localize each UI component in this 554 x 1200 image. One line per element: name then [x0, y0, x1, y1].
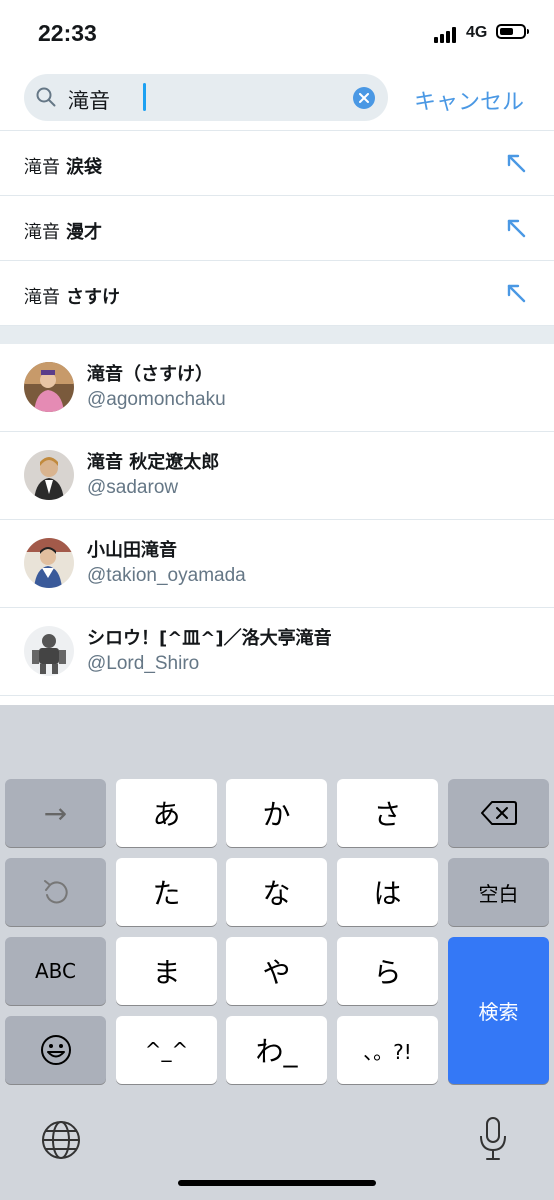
arrow-right-key[interactable]: → — [5, 779, 106, 847]
section-divider — [0, 326, 554, 344]
home-indicator — [178, 1180, 376, 1186]
user-result-item[interactable]: 小山田滝音 @takion_oyamada — [0, 520, 554, 608]
user-handle: @takion_oyamada — [87, 565, 246, 586]
arrow-up-left-icon[interactable] — [504, 216, 528, 240]
key-ma[interactable]: ま — [116, 937, 217, 1005]
emoji-key[interactable] — [5, 1016, 106, 1084]
arrow-up-left-icon[interactable] — [504, 151, 528, 175]
avatar[interactable] — [24, 538, 74, 588]
key-ha[interactable]: は — [337, 858, 438, 926]
user-handle: @Lord_Shiro — [87, 653, 200, 674]
status-time: 22:33 — [38, 20, 97, 46]
user-results: 滝音（さすけ） @agomonchaku 滝音 秋定遼太郎 @sadarow 小… — [0, 344, 554, 696]
suggestion-item[interactable]: 滝音 涙袋 — [0, 131, 554, 196]
search-icon — [36, 87, 56, 107]
emoji-icon — [40, 1035, 71, 1065]
search-key[interactable]: 検索 — [448, 937, 549, 1084]
key-a[interactable]: あ — [116, 779, 217, 847]
key-sa[interactable]: さ — [337, 779, 438, 847]
globe-icon[interactable] — [41, 1120, 81, 1160]
key-punctuation[interactable]: 、。?! — [337, 1016, 438, 1084]
avatar[interactable] — [24, 626, 74, 676]
cancel-button[interactable]: キャンセル — [414, 84, 524, 116]
key-na[interactable]: な — [226, 858, 327, 926]
undo-key[interactable] — [5, 858, 106, 926]
undo-icon — [43, 880, 68, 904]
clear-button[interactable] — [353, 87, 375, 109]
search-suggestions: 滝音 涙袋 滝音 漫才 滝音 さすけ — [0, 130, 554, 326]
user-handle: @sadarow — [87, 477, 179, 498]
user-display-name: 小山田滝音 — [87, 540, 177, 561]
suggestion-term: さすけ — [66, 287, 120, 308]
suggestion-base: 滝音 — [24, 157, 60, 178]
suggestion-item[interactable]: 滝音 さすけ — [0, 261, 554, 326]
user-result-item[interactable]: 滝音 秋定遼太郎 @sadarow — [0, 432, 554, 520]
user-handle: @agomonchaku — [87, 389, 226, 410]
space-key[interactable]: 空白 — [448, 858, 549, 926]
key-ra[interactable]: ら — [337, 937, 438, 1005]
abc-key[interactable]: ABC — [5, 937, 106, 1005]
backspace-icon — [480, 801, 517, 825]
user-result-item[interactable]: シロウ！[^皿^]／洛大亭滝音 @Lord_Shiro — [0, 608, 554, 696]
search-query: 滝音 — [68, 89, 110, 113]
avatar[interactable] — [24, 450, 74, 500]
text-cursor — [143, 83, 146, 111]
key-wa[interactable]: わ_ — [226, 1016, 327, 1084]
arrow-up-left-icon[interactable] — [504, 281, 528, 305]
backspace-key[interactable] — [448, 779, 549, 847]
battery-icon — [496, 24, 529, 39]
arrow-right-label: → — [43, 796, 68, 830]
avatar[interactable] — [24, 362, 74, 412]
user-display-name: シロウ！[^皿^]／洛大亭滝音 — [87, 628, 332, 649]
search-input[interactable]: 滝音 — [24, 74, 388, 121]
clear-icon — [359, 93, 369, 103]
user-display-name: 滝音 秋定遼太郎 — [87, 452, 220, 473]
signal-icon — [434, 27, 462, 43]
suggestion-item[interactable]: 滝音 漫才 — [0, 196, 554, 261]
key-kaomoji[interactable]: ^_^ — [116, 1016, 217, 1084]
key-ta[interactable]: た — [116, 858, 217, 926]
suggestion-term: 漫才 — [66, 222, 102, 243]
key-ya[interactable]: や — [226, 937, 327, 1005]
suggestion-base: 滝音 — [24, 287, 60, 308]
suggestion-term: 涙袋 — [66, 157, 102, 178]
user-display-name: 滝音（さすけ） — [87, 364, 213, 385]
mic-icon[interactable] — [478, 1116, 508, 1162]
network-type: 4G — [466, 24, 488, 41]
key-ka[interactable]: か — [226, 779, 327, 847]
user-result-item[interactable]: 滝音（さすけ） @agomonchaku — [0, 344, 554, 432]
suggestion-base: 滝音 — [24, 222, 60, 243]
status-bar: 22:33 4G — [0, 0, 554, 66]
